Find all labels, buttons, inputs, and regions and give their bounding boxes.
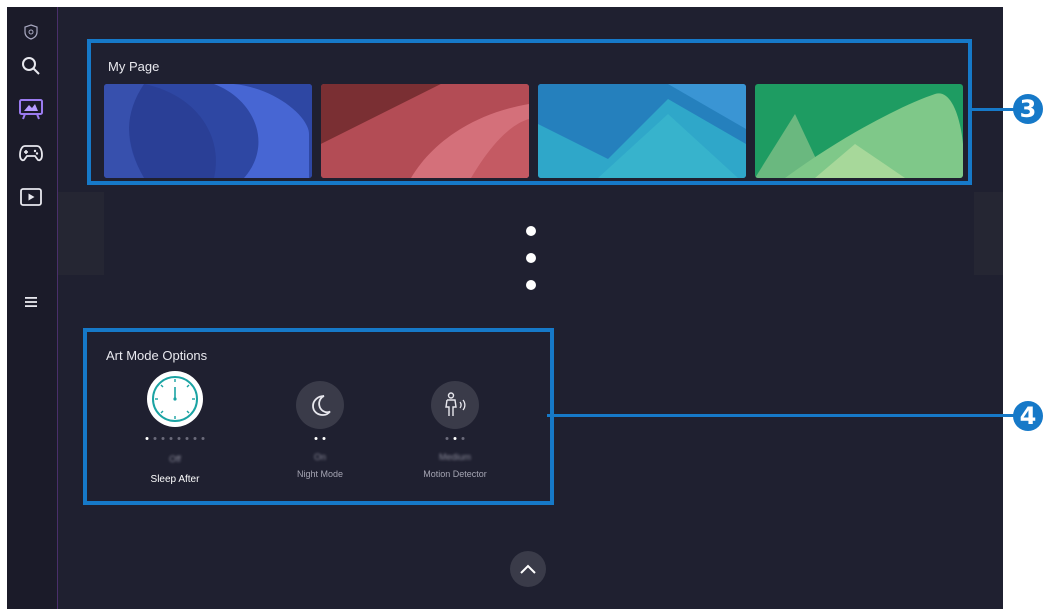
my-page-panel: My Page [87,39,972,185]
night-mode-value: On [313,452,326,462]
ambient-mode-icon[interactable] [18,96,44,122]
night-mode-pager [314,437,326,440]
search-icon[interactable] [18,53,44,79]
scroll-indicator-dot [526,253,536,263]
clock-icon [147,371,203,427]
sidebar [7,7,58,609]
night-mode-label: Night Mode [296,469,344,479]
art-mode-options-title: Art Mode Options [106,348,208,363]
gamepad-icon[interactable] [18,140,44,166]
my-page-title: My Page [108,59,160,74]
sleep-after-pager [145,437,205,440]
sleep-after-value: Off [169,454,181,464]
scroll-indicator-dot [526,226,536,236]
callout-3-badge: 3 [1013,94,1043,124]
callout-4-line [547,414,1017,417]
motion-detector-pager [445,437,465,440]
my-page-tile[interactable] [755,84,963,178]
callout-4-badge: 4 [1013,401,1043,431]
my-page-tile[interactable] [321,84,529,178]
media-icon[interactable] [18,184,44,210]
tv-screen: My Page Art Mode Options Off Sleep After… [7,7,1003,609]
scroll-indicator-dot [526,280,536,290]
privacy-shield-icon[interactable] [18,19,44,45]
art-mode-options-panel: Art Mode Options Off Sleep After On Nigh… [83,328,554,505]
chevron-up-icon [520,564,536,574]
scroll-up-button[interactable] [510,551,546,587]
moon-icon [296,381,344,429]
my-page-tile[interactable] [538,84,746,178]
background-band-inner [104,192,974,275]
motion-detector-label: Motion Detector [423,469,487,479]
menu-icon[interactable] [18,289,44,315]
sleep-after-label: Sleep After [150,474,200,485]
motion-sensor-icon [431,381,479,429]
my-page-tile[interactable] [104,84,312,178]
callout-3-line [971,108,1017,111]
motion-detector-value: Medium [438,452,471,462]
